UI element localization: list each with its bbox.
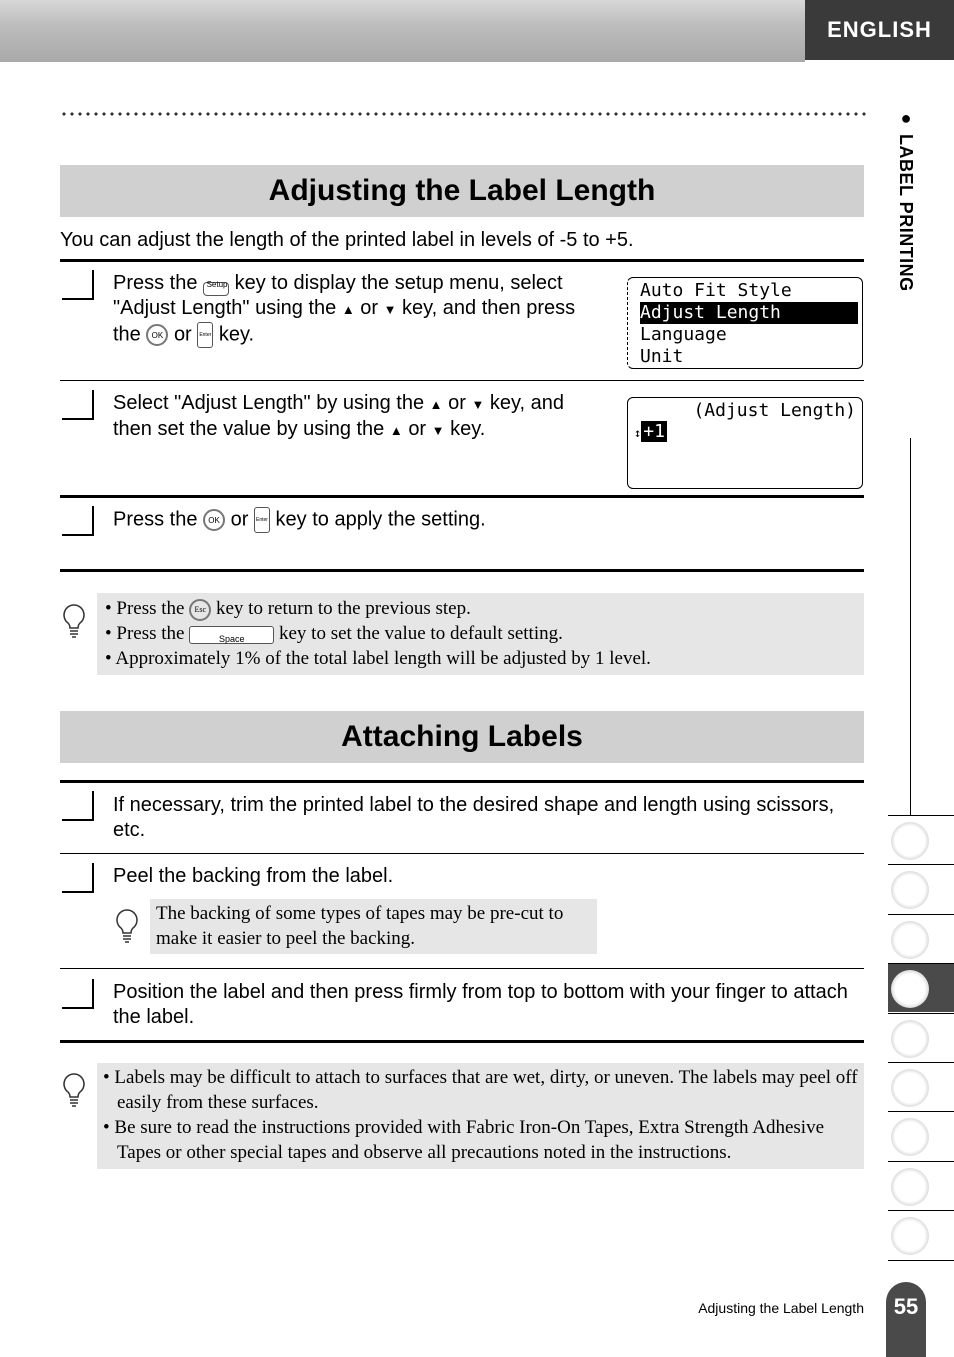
- lcd-menu-item: Unit: [640, 346, 684, 367]
- lightbulb-icon: [63, 604, 85, 638]
- divider: [60, 968, 864, 969]
- lcd-menu-item: Language: [640, 324, 727, 345]
- chapter-tab[interactable]: [888, 1062, 954, 1111]
- step-marker: [62, 791, 94, 821]
- language-tab: ENGLISH: [805, 0, 954, 60]
- step-text: Select "Adjust Length" by using the ▲ or…: [113, 392, 564, 440]
- divider: [60, 780, 864, 783]
- chapter-tab[interactable]: [888, 1111, 954, 1160]
- setup-key-icon: Setup: [203, 280, 230, 296]
- step-marker: [62, 270, 94, 300]
- lightbulb-icon: [116, 909, 138, 943]
- footer-title: Adjusting the Label Length: [698, 1300, 864, 1316]
- chapter-tab[interactable]: [888, 1160, 954, 1210]
- side-line: [910, 438, 911, 816]
- dotted-divider: [60, 112, 866, 116]
- step-marker: [62, 506, 94, 536]
- ok-key-icon: OK: [146, 324, 169, 346]
- up-arrow-icon: ▲: [429, 397, 443, 412]
- lcd-adjust: (Adjust Length) ↕ +1: [627, 397, 863, 489]
- chapter-text: LABEL PRINTING: [896, 134, 916, 292]
- circle-icon: [891, 920, 929, 959]
- intro-text: You can adjust the length of the printed…: [60, 229, 634, 251]
- ok-key-icon: OK: [203, 509, 226, 531]
- up-arrow-icon: ▲: [341, 302, 355, 317]
- down-arrow-icon: ▼: [471, 397, 485, 412]
- page-number: 55: [886, 1282, 926, 1357]
- circle-icon: [891, 1069, 929, 1107]
- lcd-menu: Auto Fit Style Adjust Length Language Unit: [627, 277, 863, 369]
- esc-key-icon: Esc: [189, 598, 212, 621]
- circle-icon: [891, 871, 929, 910]
- step-marker: [62, 979, 94, 1009]
- section-title: Attaching Labels: [60, 711, 864, 763]
- step-text: Position the label and then press firmly…: [113, 981, 848, 1028]
- chapter-tab[interactable]: [888, 1210, 954, 1259]
- circle-icon: [891, 822, 929, 860]
- step-marker: [62, 390, 94, 420]
- chapter-tab[interactable]: [888, 864, 954, 913]
- divider: [60, 1040, 864, 1043]
- enter-key-icon: Enter: [253, 507, 270, 533]
- tips-box: • Press the Esc key to return to the pre…: [97, 593, 864, 675]
- step-text: If necessary, trim the printed label to …: [113, 794, 835, 841]
- divider: [60, 380, 864, 381]
- header-bar: [0, 0, 805, 62]
- chapter-tab[interactable]: [888, 913, 954, 963]
- lcd-menu-item: Auto Fit Style: [640, 280, 792, 301]
- circle-icon: [891, 1217, 929, 1256]
- chapter-label: ● LABEL PRINTING: [896, 108, 916, 292]
- circle-icon: [891, 970, 929, 1009]
- circle-icon: [891, 1118, 929, 1157]
- divider: [60, 495, 864, 498]
- tab-bottom-line: [888, 1260, 954, 1261]
- lcd-value: +1: [641, 421, 667, 442]
- divider: [60, 259, 864, 262]
- section-title: Adjusting the Label Length: [60, 165, 864, 217]
- up-arrow-icon: ▲: [389, 423, 403, 438]
- lcd-menu-item: Adjust Length: [640, 302, 858, 324]
- step-text: Press the OK or Enter key to apply the s…: [113, 507, 486, 533]
- chapter-tab[interactable]: [888, 1012, 954, 1062]
- divider: [60, 853, 864, 854]
- space-key-icon: Space: [189, 625, 275, 644]
- step-text: Press the Setup key to display the setup…: [113, 271, 613, 348]
- lightbulb-icon: [63, 1073, 85, 1107]
- tip-box: The backing of some types of tapes may b…: [150, 899, 597, 954]
- enter-key-icon: Enter: [197, 322, 214, 348]
- chapter-tab[interactable]: [888, 963, 954, 1013]
- circle-icon: [891, 1167, 929, 1206]
- step-text: Peel the backing from the label.: [113, 865, 394, 887]
- down-arrow-icon: ▼: [383, 302, 397, 317]
- chapter-tab[interactable]: [888, 815, 954, 864]
- circle-icon: [891, 1019, 929, 1058]
- divider: [60, 569, 864, 572]
- notes-box: • Labels may be difficult to attach to s…: [97, 1063, 864, 1169]
- down-arrow-icon: ▼: [431, 423, 445, 438]
- step-marker: [62, 863, 94, 893]
- lcd-title: (Adjust Length): [693, 400, 856, 421]
